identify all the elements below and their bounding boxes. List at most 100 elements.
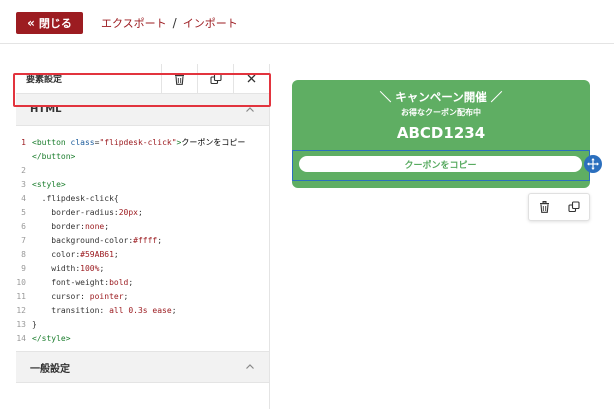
code-line: 14 </style> (16, 332, 269, 346)
code-text: font-weight:bold; (32, 276, 133, 290)
code-token: none (84, 222, 105, 231)
code-token: <button (32, 138, 71, 147)
code-token: ; (171, 306, 177, 315)
line-number: 1 (21, 138, 26, 147)
code-text: </button> (32, 150, 75, 164)
code-token: color: (32, 250, 81, 259)
move-handle[interactable] (584, 155, 602, 173)
code-text: <button class="flipdesk-click">クーポンをコピー (32, 136, 245, 150)
code-line: 6 border:none; (16, 220, 269, 234)
float-delete-button[interactable] (531, 195, 557, 219)
close-icon (247, 74, 256, 83)
code-token: pointer (89, 292, 124, 301)
element-float-toolbar (528, 193, 590, 221)
code-line: 11 cursor: pointer; (16, 290, 269, 304)
duplicate-icon (568, 201, 580, 213)
code-line: 13} (16, 318, 269, 332)
close-button-label: 閉じる (38, 17, 72, 30)
code-line: 4 .flipdesk-click{ (16, 192, 269, 206)
code-token: </style> (32, 334, 71, 343)
code-token: ; (137, 208, 143, 217)
code-text: cursor: pointer; (32, 290, 128, 304)
line-number: 12 (16, 306, 26, 315)
coupon-code: ABCD1234 (396, 124, 486, 142)
code-token: ; (128, 278, 134, 287)
code-text: border-radius:20px; (32, 206, 143, 220)
code-line: 10 font-weight:bold; (16, 276, 269, 290)
panel-title: 要素設定 (26, 75, 63, 85)
line-number: 2 (21, 166, 26, 175)
line-number: 4 (21, 194, 26, 203)
code-line: 12 transition: all 0.3s ease; (16, 304, 269, 318)
code-text: } (32, 318, 37, 332)
code-text: <style> (32, 178, 66, 192)
code-token: transition: (32, 306, 110, 315)
code-token: "flipdesk-click" (99, 138, 177, 147)
html-section-header[interactable]: HTML (16, 94, 269, 126)
code-token: width: (32, 264, 81, 273)
code-text: background-color:#ffff; (32, 234, 162, 248)
line-number: 13 (16, 320, 26, 329)
code-token: class (70, 138, 95, 147)
code-token: クーポンをコピー (181, 138, 246, 147)
code-line: 1 <button class="flipdesk-click">クーポンをコピー (16, 136, 269, 150)
trash-icon (539, 201, 549, 213)
element-settings-panel: 要素設定 HTML 1 <button class="flipdesk-clic… (16, 63, 270, 409)
code-token: ; (113, 250, 119, 259)
delete-element-button[interactable] (161, 63, 197, 94)
import-link[interactable]: インポート (183, 15, 238, 31)
code-token: 100% (80, 264, 100, 273)
line-number: 10 (16, 278, 26, 287)
code-text: transition: all 0.3s ease; (32, 304, 177, 318)
html-section-label: HTML (30, 104, 62, 115)
general-section-header[interactable]: 一般設定 (16, 351, 269, 383)
code-token: cursor: (32, 292, 90, 301)
close-panel-button[interactable] (233, 63, 269, 94)
general-section-label: 一般設定 (30, 363, 70, 375)
line-number: 3 (21, 180, 26, 189)
code-text: width:100%; (32, 262, 104, 276)
code-token: #59AB61 (80, 250, 114, 259)
line-number: 6 (21, 222, 26, 231)
line-number (16, 150, 32, 164)
banner-title: ＼ キャンペーン開催 ／ (379, 90, 503, 104)
code-text: </style> (32, 332, 71, 346)
code-text: border:none; (32, 220, 109, 234)
code-token: border: (32, 222, 85, 231)
code-line: 5 border-radius:20px; (16, 206, 269, 220)
html-code-editor[interactable]: 1 <button class="flipdesk-click">クーポンをコピー… (16, 126, 269, 351)
export-link[interactable]: エクスポート (101, 15, 167, 31)
close-button[interactable]: « 閉じる (16, 12, 83, 34)
code-token: ; (123, 292, 129, 301)
line-number: 8 (21, 250, 26, 259)
chevron-up-icon (246, 364, 254, 369)
code-token: #ffff (133, 236, 158, 245)
code-line: </button> (16, 150, 269, 164)
duplicate-element-button[interactable] (197, 63, 233, 94)
code-token: } (32, 320, 37, 329)
breadcrumb-separator: / (172, 16, 177, 30)
breadcrumb: エクスポート / インポート (101, 15, 238, 31)
code-text: .flipdesk-click{ (32, 192, 119, 206)
code-token: ; (104, 222, 110, 231)
code-line: 9 width:100%; (16, 262, 269, 276)
duplicate-icon (209, 72, 222, 84)
double-chevron-left-icon: « (27, 16, 35, 30)
code-token: ; (157, 236, 163, 245)
code-line: 3 <style> (16, 178, 269, 192)
code-token: ; (99, 264, 105, 273)
code-token: bold (109, 278, 129, 287)
code-token: background-color: (32, 236, 134, 245)
code-token: <style> (32, 180, 66, 189)
code-token: all 0.3s ease (109, 306, 172, 315)
move-icon (587, 158, 599, 170)
banner-subtitle: お得なクーポン配布中 (401, 108, 481, 117)
float-duplicate-button[interactable] (561, 195, 587, 219)
code-token: 20px (118, 208, 138, 217)
trash-icon (175, 72, 184, 85)
code-token: .flipdesk-click{ (32, 194, 119, 203)
chevron-up-icon (246, 106, 254, 112)
line-number: 5 (21, 208, 26, 217)
copy-coupon-button[interactable]: クーポンをコピー (299, 156, 582, 172)
code-token: border-radius: (32, 208, 119, 217)
